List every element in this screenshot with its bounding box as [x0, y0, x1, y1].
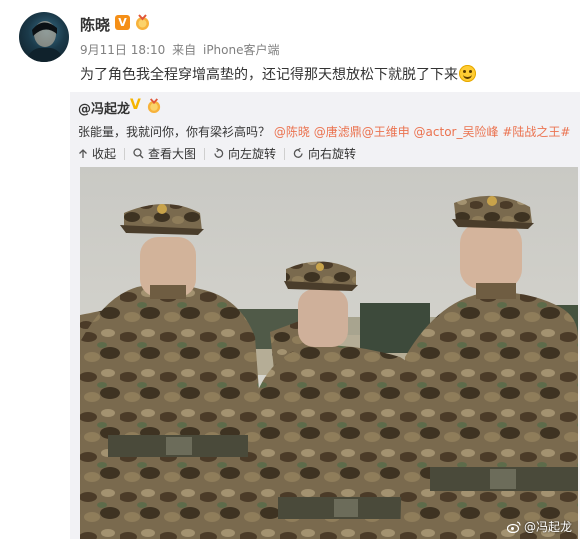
view-large-label: 查看大图 — [148, 147, 197, 161]
divider — [284, 147, 286, 160]
watermark-text: @冯起龙 — [523, 520, 572, 534]
divider — [204, 147, 206, 160]
smile-emoji-icon — [459, 65, 476, 82]
image-toolbar: 收起 查看大图 向左旋转 向右旋转 — [78, 145, 364, 162]
verified-gold-icon: V — [130, 97, 141, 113]
repost-text: 张能量，我就问你，你有梁衫高吗？ @陈晓 @唐滤鼎@王维申 @actor_吴险峰… — [78, 123, 570, 140]
view-large-button[interactable]: 查看大图 — [133, 145, 196, 162]
weibo-post-card: 陈晓 V 9月11日 18:10 来自 iPhone客户端 为了角色我全程穿增高… — [0, 0, 580, 539]
post-text: 为了角色我全程穿增高垫的，还记得那天想放松下就脱了下来 — [80, 64, 476, 84]
arrow-up-icon — [79, 148, 87, 158]
repost-body: 张能量，我就问你，你有梁衫高吗？ — [78, 125, 271, 139]
weibo-logo-icon — [506, 520, 521, 533]
rotate-right-button[interactable]: 向右旋转 — [293, 145, 356, 162]
photo-watermark: @冯起龙 — [506, 518, 572, 535]
mention-3[interactable]: @王维申 — [362, 125, 410, 139]
medal-icon — [146, 98, 162, 114]
mention-chenxiao[interactable]: @陈晓 — [274, 125, 310, 139]
rotate-right-icon — [293, 148, 303, 158]
repost-author[interactable]: @冯起龙 — [78, 98, 130, 117]
topic-hashtag[interactable]: #陆战之王# — [502, 125, 570, 139]
divider — [124, 147, 126, 160]
search-icon — [133, 148, 144, 159]
medal-icon — [134, 14, 151, 31]
rotate-left-button[interactable]: 向左旋转 — [213, 145, 276, 162]
post-source[interactable]: iPhone客户端 — [203, 43, 280, 57]
post-meta: 9月11日 18:10 来自 iPhone客户端 — [80, 41, 283, 58]
post-photo[interactable]: @冯起龙 — [80, 167, 578, 539]
mention-2[interactable]: @唐滤鼎 — [314, 125, 362, 139]
rotate-right-label: 向右旋转 — [308, 147, 357, 161]
collapse-label: 收起 — [92, 147, 117, 161]
collapse-button[interactable]: 收起 — [78, 145, 116, 162]
rotate-left-label: 向左旋转 — [228, 147, 277, 161]
repost-block: @冯起龙 V 张能量，我就问你，你有梁衫高吗？ @陈晓 @唐滤鼎@王维申 @ac… — [70, 92, 580, 539]
post-body: 为了角色我全程穿增高垫的，还记得那天想放松下就脱了下来 — [80, 67, 458, 83]
rotate-left-icon — [214, 148, 224, 158]
soldiers-photo — [80, 167, 578, 539]
mention-actor[interactable]: @actor_吴险峰 — [414, 125, 499, 139]
verified-icon: V — [115, 15, 130, 30]
username[interactable]: 陈晓 — [80, 14, 110, 35]
avatar[interactable] — [19, 12, 69, 62]
source-prefix: 来自 — [172, 43, 197, 57]
post-date[interactable]: 9月11日 18:10 — [80, 43, 165, 57]
